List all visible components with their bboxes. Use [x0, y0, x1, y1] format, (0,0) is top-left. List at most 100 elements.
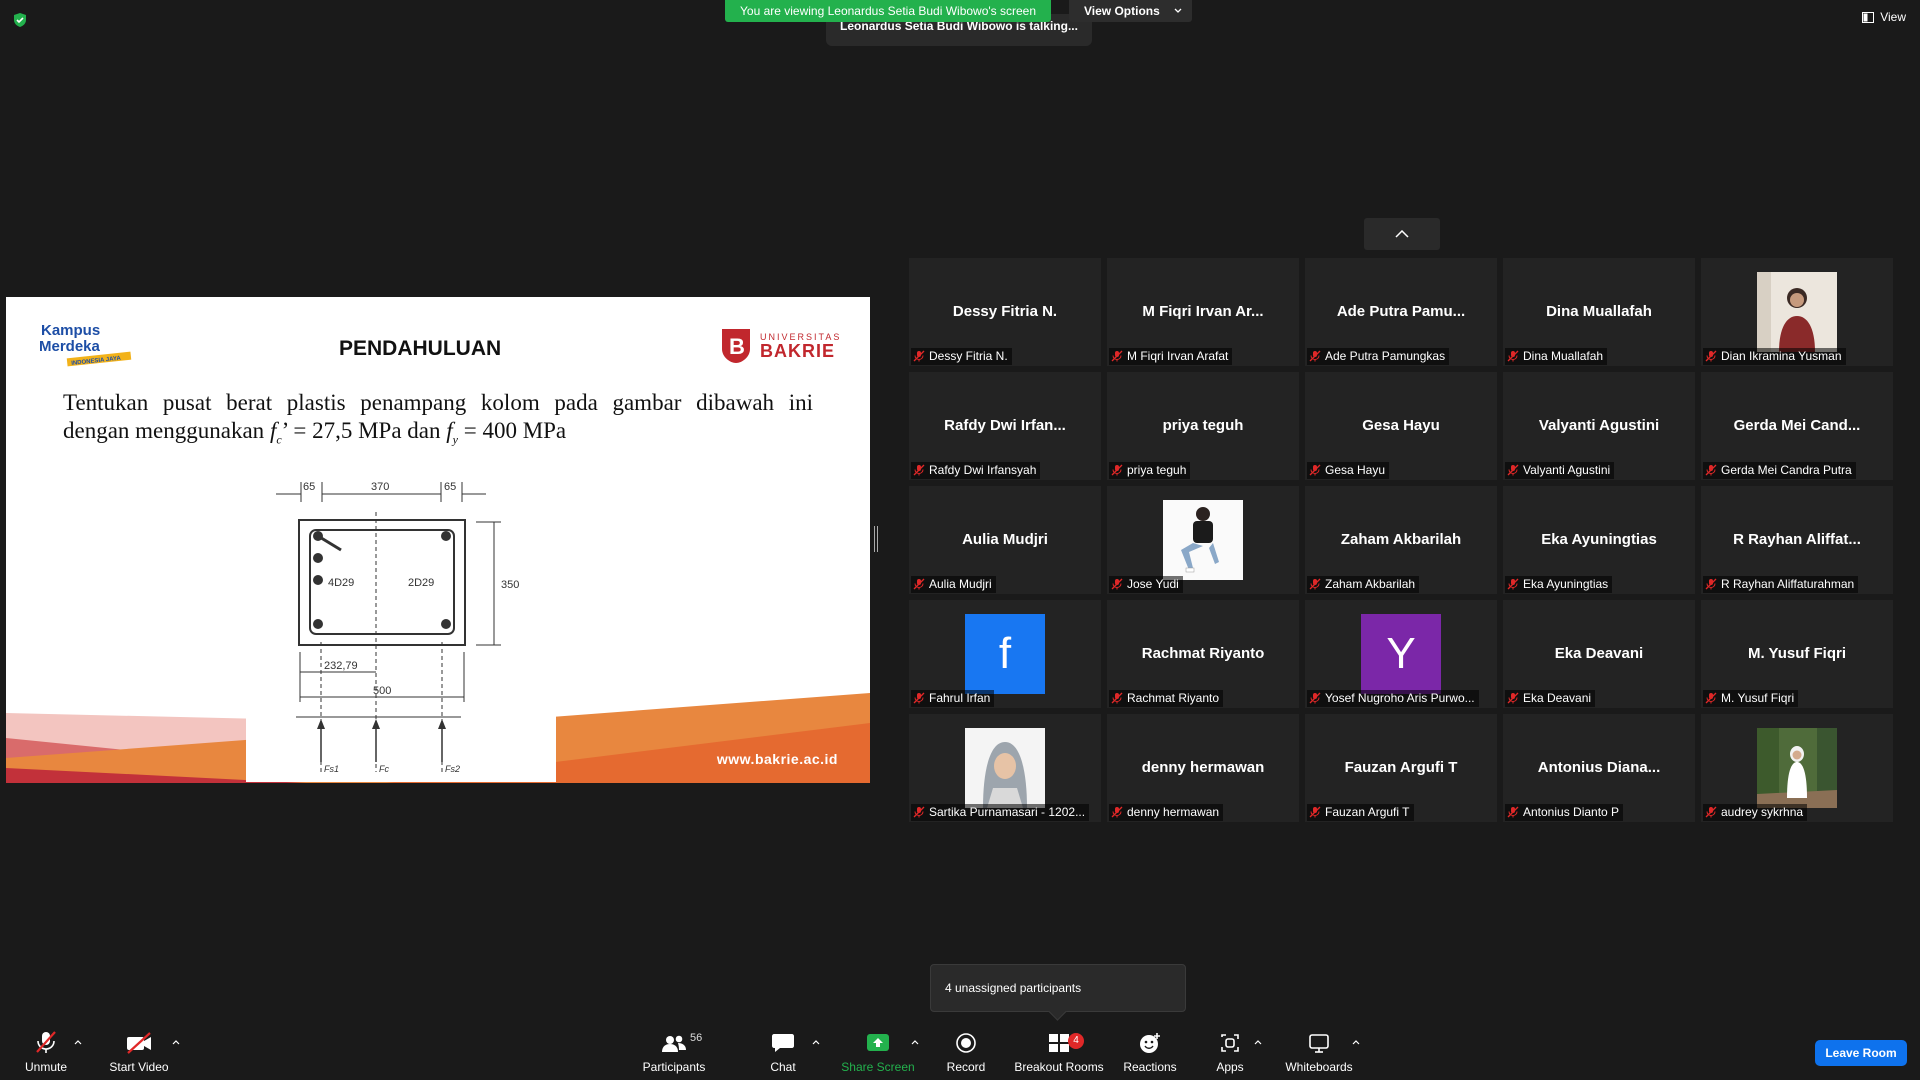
- whiteboards-button[interactable]: Whiteboards: [1282, 1024, 1356, 1080]
- participant-nameplate: Gerda Mei Candra Putra: [1703, 462, 1856, 479]
- participant-nameplate: Eka Deavani: [1505, 690, 1596, 707]
- view-options-button[interactable]: View Options: [1069, 0, 1192, 22]
- participant-tile[interactable]: Rafdy Dwi Irfan... Rafdy Dwi Irfansyah: [909, 372, 1101, 480]
- logo-text-line2: Merdeka: [39, 338, 101, 355]
- share-screen-button[interactable]: Share Screen: [838, 1024, 918, 1080]
- apps-button[interactable]: Apps: [1210, 1024, 1250, 1080]
- participant-tile[interactable]: Gerda Mei Cand... Gerda Mei Candra Putra: [1701, 372, 1893, 480]
- view-label: View: [1880, 10, 1906, 24]
- participant-name: Dessy Fitria N.: [929, 349, 1008, 363]
- participant-photo: [1757, 728, 1837, 808]
- logo-bakrie-text: BAKRIE: [760, 341, 835, 361]
- microphone-muted-icon: [1111, 464, 1123, 476]
- unassigned-participants-text: 4 unassigned participants: [945, 981, 1082, 995]
- participant-avatar: [1757, 728, 1837, 808]
- participant-tile[interactable]: Eka Deavani Eka Deavani: [1503, 600, 1695, 708]
- participant-tile[interactable]: M Fiqri Irvan Ar... M Fiqri Irvan Arafat: [1107, 258, 1299, 366]
- participant-name: R Rayhan Aliffaturahman: [1721, 577, 1855, 591]
- leave-room-button[interactable]: Leave Room: [1815, 1040, 1907, 1066]
- participant-tile[interactable]: Dessy Fitria N. Dessy Fitria N.: [909, 258, 1101, 366]
- participant-nameplate: Fahrul Irfan: [911, 690, 995, 707]
- unmute-button[interactable]: Unmute: [18, 1024, 74, 1080]
- breakout-rooms-button[interactable]: Breakout Rooms: [1012, 1024, 1106, 1080]
- participant-tile[interactable]: Ade Putra Pamu... Ade Putra Pamungkas: [1305, 258, 1497, 366]
- whiteboard-icon: [1309, 1034, 1329, 1053]
- participant-tile[interactable]: priya teguh priya teguh: [1107, 372, 1299, 480]
- chat-button[interactable]: Chat: [760, 1024, 806, 1080]
- split-view-resize-handle[interactable]: [874, 526, 878, 552]
- share-options-caret-icon[interactable]: [910, 1038, 920, 1048]
- participant-display-name: Rafdy Dwi Irfan...: [944, 417, 1066, 434]
- breakout-rooms-badge: 4: [1068, 1033, 1084, 1049]
- gallery-scroll-up-button[interactable]: [1364, 218, 1440, 250]
- participant-tile[interactable]: Dina Muallafah Dina Muallafah: [1503, 258, 1695, 366]
- participant-display-name: R Rayhan Aliffat...: [1733, 531, 1861, 548]
- participant-display-name: Gesa Hayu: [1362, 417, 1440, 434]
- participant-display-name: M. Yusuf Fiqri: [1747, 645, 1847, 662]
- shield-check-icon[interactable]: [12, 12, 28, 28]
- record-button[interactable]: Record: [942, 1024, 990, 1080]
- participant-name: Ade Putra Pamungkas: [1325, 349, 1446, 363]
- participant-nameplate: Dessy Fitria N.: [911, 348, 1012, 365]
- unassigned-participants-tooltip: 4 unassigned participants: [930, 964, 1186, 1012]
- microphone-muted-icon: [1309, 692, 1321, 704]
- participant-tile[interactable]: Valyanti Agustini Valyanti Agustini: [1503, 372, 1695, 480]
- whiteboards-label: Whiteboards: [1285, 1060, 1353, 1074]
- microphone-muted-icon: [1507, 692, 1519, 704]
- participant-display-name: Fauzan Argufi T: [1344, 759, 1458, 776]
- participant-tile[interactable]: Zaham Akbarilah Zaham Akbarilah: [1305, 486, 1497, 594]
- participant-nameplate: Dina Muallafah: [1505, 348, 1608, 365]
- participant-tile[interactable]: denny hermawan denny hermawan: [1107, 714, 1299, 822]
- leave-room-label: Leave Room: [1825, 1046, 1897, 1060]
- participant-tile[interactable]: Gesa Hayu Gesa Hayu: [1305, 372, 1497, 480]
- participant-tile[interactable]: Sartika Purnamasari - 1202...: [909, 714, 1101, 822]
- breakout-rooms-icon: [1049, 1034, 1069, 1052]
- share-screen-label: Share Screen: [841, 1060, 915, 1074]
- participant-tile[interactable]: Aulia Mudjri Aulia Mudjri: [909, 486, 1101, 594]
- participant-avatar: Y: [1361, 614, 1441, 694]
- dim-top-left: 65: [303, 481, 315, 493]
- dim-right: 350: [501, 579, 519, 591]
- participant-name: denny hermawan: [1127, 805, 1220, 819]
- participant-nameplate: Gesa Hayu: [1307, 462, 1390, 479]
- chat-options-caret-icon[interactable]: [811, 1038, 821, 1048]
- microphone-muted-icon: [1309, 578, 1321, 590]
- participant-tile[interactable]: f Fahrul Irfan: [909, 600, 1101, 708]
- participant-name: Antonius Dianto P: [1523, 805, 1620, 819]
- participant-tile[interactable]: Rachmat Riyanto Rachmat Riyanto: [1107, 600, 1299, 708]
- apps-options-caret-icon[interactable]: [1253, 1038, 1263, 1048]
- participant-tile[interactable]: Jose Yudi: [1107, 486, 1299, 594]
- chevron-down-icon: [1174, 8, 1182, 13]
- whiteboards-options-caret-icon[interactable]: [1351, 1038, 1361, 1048]
- participant-name: Aulia Mudjri: [929, 577, 992, 591]
- participant-tile[interactable]: audrey sykrhna: [1701, 714, 1893, 822]
- participant-nameplate: Eka Ayuningtias: [1505, 576, 1613, 593]
- start-video-button[interactable]: Start Video: [104, 1024, 174, 1080]
- video-options-caret-icon[interactable]: [171, 1038, 181, 1048]
- record-icon: [956, 1033, 976, 1053]
- participant-tile[interactable]: Antonius Diana... Antonius Dianto P: [1503, 714, 1695, 822]
- participant-tile[interactable]: Dian Ikramina Yusman: [1701, 258, 1893, 366]
- reactions-button[interactable]: Reactions: [1120, 1024, 1180, 1080]
- participant-name: Jose Yudi: [1127, 577, 1179, 591]
- participant-name: Gesa Hayu: [1325, 463, 1386, 477]
- dim-bottom-1: 232,79: [324, 660, 358, 672]
- participant-tile[interactable]: R Rayhan Aliffat... R Rayhan Aliffaturahm…: [1701, 486, 1893, 594]
- participant-name: Sartika Purnamasari - 1202...: [929, 805, 1086, 819]
- participant-tile[interactable]: Eka Ayuningtias Eka Ayuningtias: [1503, 486, 1695, 594]
- view-button[interactable]: View: [1862, 10, 1906, 24]
- universitas-bakrie-logo: B UNIVERSITAS BAKRIE: [722, 329, 839, 363]
- participant-tile[interactable]: Fauzan Argufi T Fauzan Argufi T: [1305, 714, 1497, 822]
- participant-tile[interactable]: Y Yosef Nugroho Aris Purwo...: [1305, 600, 1497, 708]
- participant-name: Dina Muallafah: [1523, 349, 1604, 363]
- participant-avatar: [1757, 272, 1837, 352]
- svg-text:B: B: [729, 334, 745, 359]
- audio-options-caret-icon[interactable]: [73, 1038, 83, 1048]
- microphone-muted-icon: [1507, 464, 1519, 476]
- participant-tile[interactable]: M. Yusuf Fiqri M. Yusuf Fiqri: [1701, 600, 1893, 708]
- participant-nameplate: Yosef Nugroho Aris Purwo...: [1307, 690, 1479, 707]
- slide-url: www.bakrie.ac.id: [716, 751, 838, 767]
- participant-display-name: Aulia Mudjri: [962, 531, 1048, 548]
- participant-display-name: Gerda Mei Cand...: [1733, 417, 1861, 434]
- participant-nameplate: Fauzan Argufi T: [1307, 804, 1414, 821]
